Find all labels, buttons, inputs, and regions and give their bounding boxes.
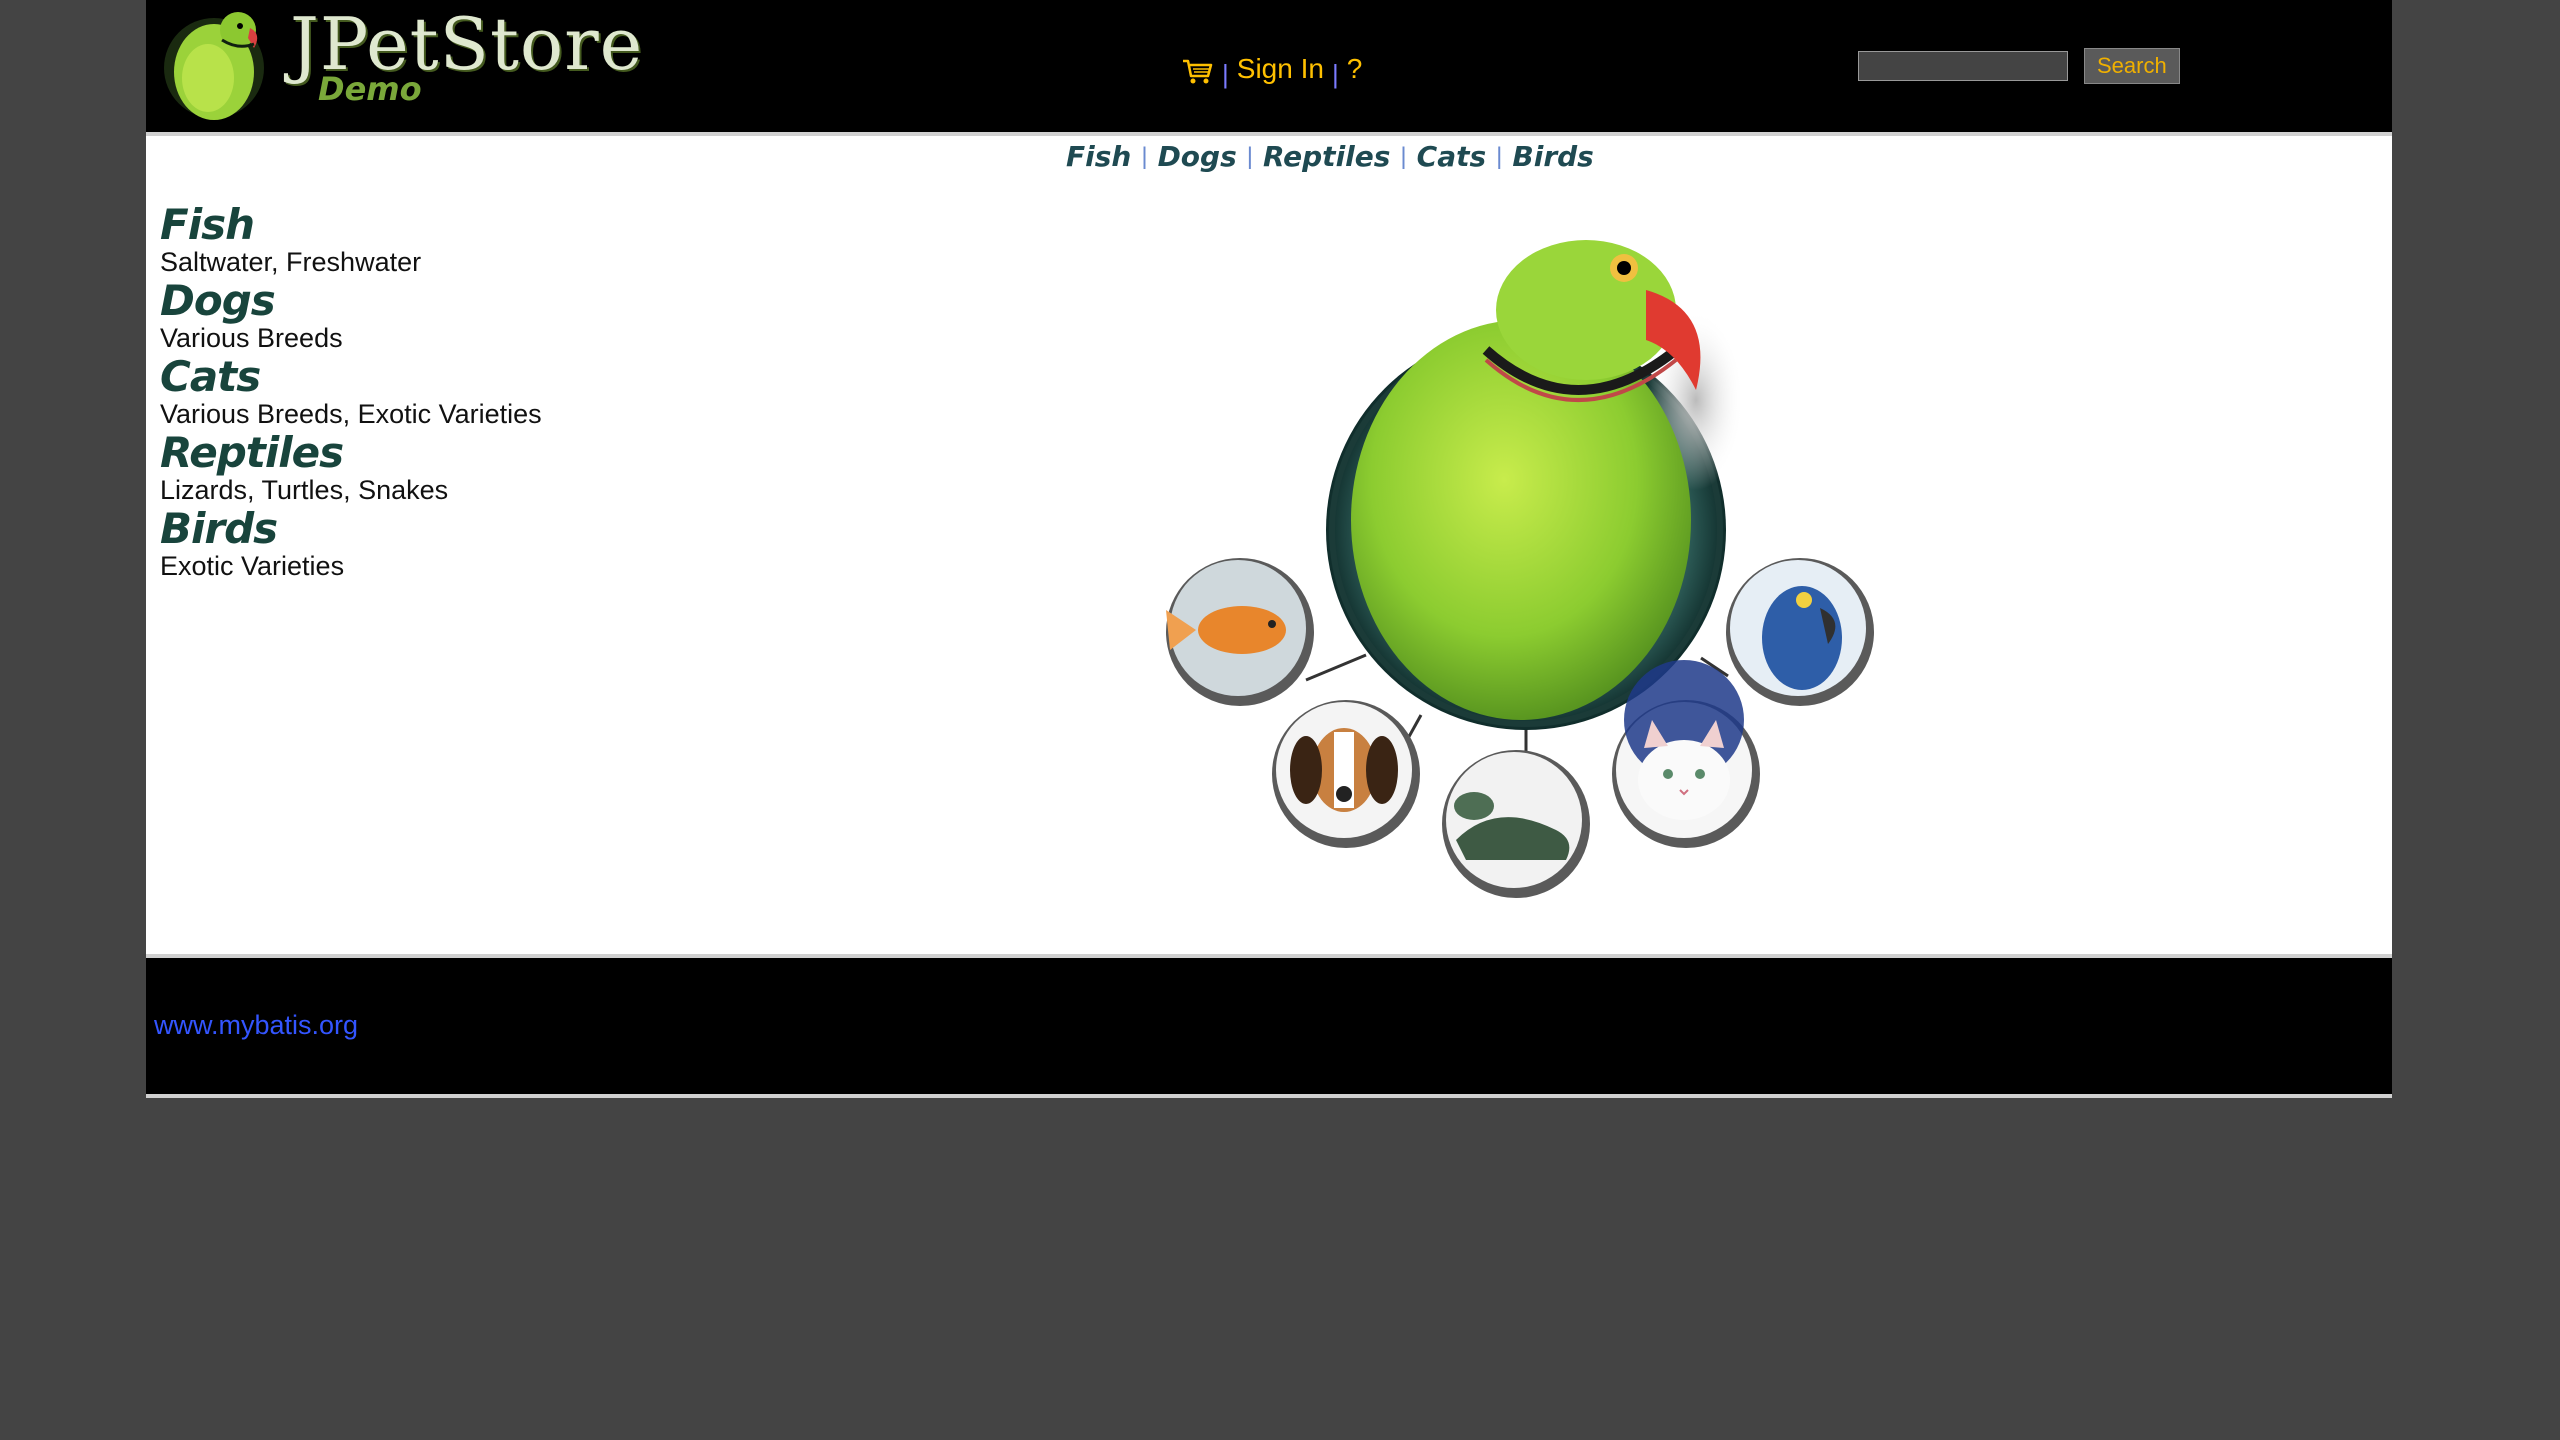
sidebar-item-reptiles[interactable]: Reptiles: [160, 428, 720, 478]
quicklink-reptiles[interactable]: Reptiles: [1263, 140, 1390, 173]
parrot-logo-icon: [164, 12, 264, 120]
dog-image[interactable]: [1272, 700, 1420, 848]
logo-subtitle: Demo: [318, 70, 422, 108]
search-button[interactable]: Search: [2084, 48, 2180, 84]
sidebar-item-desc: Various Breeds, Exotic Varieties: [160, 399, 542, 429]
reptile-image[interactable]: [1442, 750, 1590, 898]
sidebar-item-fish[interactable]: Fish: [160, 200, 720, 250]
sidebar-item-cats[interactable]: Cats: [160, 352, 720, 402]
sidebar: Fish Saltwater, Freshwater Dogs Various …: [160, 200, 720, 580]
main-image-map: [1156, 200, 1876, 920]
cat-image[interactable]: [1612, 660, 1760, 848]
header: JPetStore Demo | Sign In | ? Search: [146, 0, 2392, 132]
header-menu: | Sign In | ?: [1182, 44, 1362, 94]
sign-in-link[interactable]: Sign In: [1237, 53, 1324, 85]
menu-separator: |: [1331, 58, 1339, 89]
sidebar-item-desc: Lizards, Turtles, Snakes: [160, 475, 449, 505]
menu-separator: |: [1222, 58, 1229, 89]
shopping-cart-icon: [1183, 59, 1213, 84]
quicklink-cats[interactable]: Cats: [1417, 140, 1487, 173]
mybatis-link[interactable]: www.mybatis.org: [154, 1010, 358, 1041]
content: Fish | Dogs | Reptiles | Cats | Birds Fi…: [146, 132, 2392, 958]
quicklink-fish[interactable]: Fish: [1066, 140, 1131, 173]
page-wrapper: JPetStore Demo | Sign In | ? Search Fish…: [146, 0, 2392, 1098]
search-form: Search: [1858, 48, 2180, 84]
help-link[interactable]: ?: [1347, 53, 1363, 85]
footer: www.mybatis.org: [146, 958, 2392, 1098]
quicklink-dogs[interactable]: Dogs: [1158, 140, 1237, 173]
logo[interactable]: JPetStore Demo: [158, 0, 642, 128]
sidebar-item-birds[interactable]: Birds: [160, 504, 720, 554]
sidebar-item-dogs[interactable]: Dogs: [160, 276, 720, 326]
parrot-image[interactable]: [1351, 240, 1701, 720]
pet-collage-image: [1166, 240, 1874, 898]
bird-image[interactable]: [1726, 558, 1874, 706]
sidebar-item-desc: Saltwater, Freshwater: [160, 247, 422, 277]
quicklink-separator: |: [1400, 142, 1407, 170]
quicklink-separator: |: [1141, 142, 1148, 170]
quicklink-separator: |: [1246, 142, 1253, 170]
quicklink-birds[interactable]: Birds: [1512, 140, 1593, 173]
fish-image[interactable]: [1166, 558, 1314, 706]
quicklink-separator: |: [1496, 142, 1503, 170]
search-input[interactable]: [1858, 51, 2068, 81]
sidebar-item-desc: Various Breeds: [160, 323, 343, 353]
sidebar-item-desc: Exotic Varieties: [160, 551, 345, 581]
quick-links: Fish | Dogs | Reptiles | Cats | Birds: [1066, 140, 1594, 173]
cart-link[interactable]: [1182, 48, 1214, 90]
